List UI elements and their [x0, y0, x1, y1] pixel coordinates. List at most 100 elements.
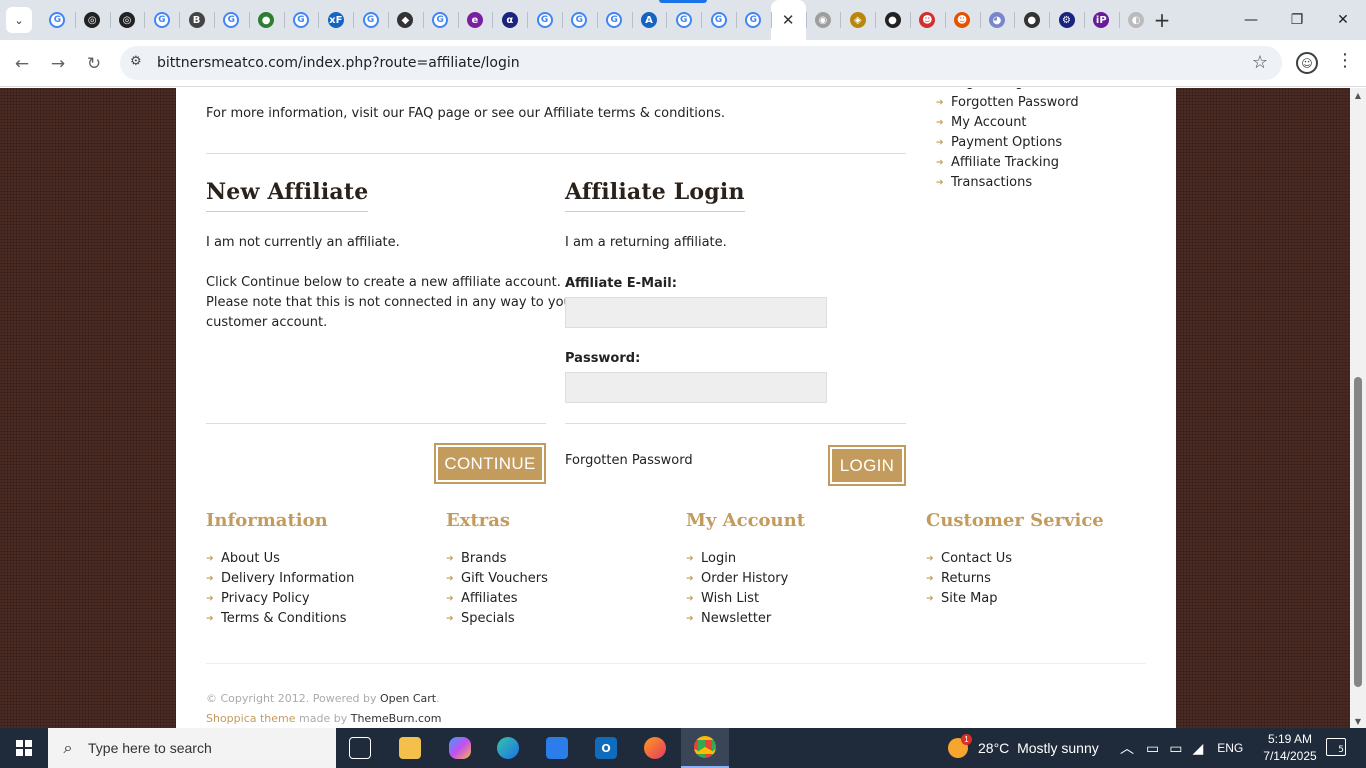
task-view-button[interactable]: [336, 728, 384, 768]
wifi-icon[interactable]: ◢: [1192, 740, 1203, 757]
login-button[interactable]: LOGIN: [828, 445, 906, 486]
side-menu-item[interactable]: ➔ Affiliate Tracking: [936, 153, 1079, 173]
tab[interactable]: ●: [248, 0, 284, 40]
new-tab-button[interactable]: +: [1150, 8, 1174, 32]
edge-button[interactable]: [484, 728, 532, 768]
tab[interactable]: e: [457, 0, 493, 40]
forgotten-password-link[interactable]: Forgotten Password: [565, 453, 693, 468]
tab[interactable]: G: [561, 0, 597, 40]
tab[interactable]: ◉: [805, 0, 841, 40]
footer-link[interactable]: ➔ About Us: [206, 549, 436, 569]
tab[interactable]: G: [666, 0, 701, 40]
chrome-button[interactable]: [681, 728, 729, 768]
tab[interactable]: ●: [1014, 0, 1049, 40]
affiliate-email-input[interactable]: [565, 297, 827, 328]
language-indicator[interactable]: ENG: [1217, 741, 1243, 755]
tab[interactable]: ☻: [909, 0, 945, 40]
tab[interactable]: α: [492, 0, 527, 40]
tab-search-button[interactable]: ⌄: [6, 7, 32, 33]
taskbar-search-box[interactable]: ⌕ Type here to search: [48, 728, 336, 768]
weather-widget[interactable]: 1 28°C Mostly sunny: [948, 728, 1099, 768]
tab[interactable]: ◎: [74, 0, 110, 40]
footer-link[interactable]: ➔ Order History: [686, 569, 916, 589]
footer-link[interactable]: ➔ Delivery Information: [206, 569, 436, 589]
minimize-button[interactable]: —: [1228, 0, 1274, 40]
windows-logo-icon: [16, 740, 32, 756]
tab[interactable]: G: [527, 0, 562, 40]
bookmark-star-icon[interactable]: ☆: [1252, 52, 1268, 73]
tab[interactable]: G: [144, 0, 179, 40]
tab[interactable]: G: [213, 0, 249, 40]
forward-button[interactable]: →: [44, 50, 72, 78]
profile-avatar-icon[interactable]: ☺: [1296, 52, 1318, 74]
footer-link[interactable]: ➔ Privacy Policy: [206, 589, 436, 609]
tab[interactable]: A: [631, 0, 667, 40]
chevron-up-icon[interactable]: ︿: [1120, 738, 1134, 758]
side-menu-item[interactable]: ➔ Transactions: [936, 173, 1079, 193]
tab[interactable]: G: [596, 0, 632, 40]
footer-link[interactable]: ➔ Brands: [446, 549, 676, 569]
footer-link[interactable]: ➔ Specials: [446, 609, 676, 629]
site-settings-icon[interactable]: ⚙: [130, 54, 142, 69]
meet-now-icon[interactable]: ▭: [1146, 740, 1159, 757]
start-button[interactable]: [0, 728, 48, 768]
notification-center-icon[interactable]: 5: [1326, 738, 1346, 756]
tab[interactable]: ◐: [1118, 0, 1154, 40]
firefox-icon: [644, 737, 666, 759]
side-menu-item[interactable]: ➔ My Account: [936, 113, 1079, 133]
tab[interactable]: G: [701, 0, 736, 40]
side-menu-item[interactable]: ➔ Forgotten Password: [936, 93, 1079, 113]
kebab-menu-icon[interactable]: ⋮: [1336, 50, 1354, 71]
footer-link[interactable]: ➔ Affiliates: [446, 589, 676, 609]
copilot-button[interactable]: [436, 728, 484, 768]
vertical-scrollbar[interactable]: ▲ ▼: [1350, 88, 1366, 728]
themeburn-link[interactable]: ThemeBurn.com: [351, 712, 442, 725]
footer-link[interactable]: ➔ Site Map: [926, 589, 1156, 609]
scroll-thumb[interactable]: [1354, 377, 1362, 687]
tab[interactable]: G: [353, 0, 388, 40]
tab[interactable]: ●: [875, 0, 910, 40]
scroll-up-arrow-icon[interactable]: ▲: [1350, 88, 1366, 102]
footer-link[interactable]: ➔ Wish List: [686, 589, 916, 609]
side-menu-item[interactable]: ➔ Payment Options: [936, 133, 1079, 153]
reload-button[interactable]: ↻: [80, 50, 108, 78]
tab[interactable]: B: [179, 0, 214, 40]
store-button[interactable]: [533, 728, 581, 768]
tab[interactable]: G: [735, 0, 771, 40]
tab[interactable]: G: [40, 0, 75, 40]
shoppica-theme-link[interactable]: Shoppica theme: [206, 712, 296, 725]
tab[interactable]: ◆: [387, 0, 423, 40]
password-input[interactable]: [565, 372, 827, 403]
tab[interactable]: G: [283, 0, 319, 40]
footer-link[interactable]: ➔ Newsletter: [686, 609, 916, 629]
address-bar[interactable]: ⚙ bittnersmeatco.com/index.php?route=aff…: [120, 46, 1282, 80]
footer-link[interactable]: ➔ Contact Us: [926, 549, 1156, 569]
tab[interactable]: xF: [318, 0, 353, 40]
url-text[interactable]: bittnersmeatco.com/index.php?route=affil…: [157, 55, 520, 71]
battery-icon[interactable]: ▭: [1169, 740, 1182, 757]
tab[interactable]: ◎: [109, 0, 145, 40]
continue-button[interactable]: CONTINUE: [434, 443, 546, 484]
tab-active[interactable]: ✕: [770, 0, 806, 40]
tab[interactable]: ☻: [944, 0, 980, 40]
footer-link[interactable]: ➔ Gift Vouchers: [446, 569, 676, 589]
close-window-button[interactable]: ✕: [1320, 0, 1366, 40]
tab[interactable]: iP: [1083, 0, 1119, 40]
outlook-button[interactable]: O: [582, 728, 630, 768]
active-tab-indicator: [659, 0, 707, 3]
footer-link[interactable]: ➔ Returns: [926, 569, 1156, 589]
opencart-link[interactable]: Open Cart: [380, 692, 436, 705]
tab[interactable]: ⚙: [1049, 0, 1084, 40]
store-icon: [546, 737, 568, 759]
scroll-down-arrow-icon[interactable]: ▼: [1350, 714, 1366, 728]
clock[interactable]: 5:19 AM 7/14/2025: [1258, 731, 1322, 765]
tab[interactable]: ◕: [979, 0, 1015, 40]
footer-link[interactable]: ➔ Login: [686, 549, 916, 569]
back-button[interactable]: ←: [8, 50, 36, 78]
tab[interactable]: G: [422, 0, 458, 40]
restore-button[interactable]: ❐: [1274, 0, 1320, 40]
file-explorer-button[interactable]: [386, 728, 434, 768]
footer-link[interactable]: ➔ Terms & Conditions: [206, 609, 436, 629]
tab[interactable]: ◈: [840, 0, 875, 40]
firefox-button[interactable]: [631, 728, 679, 768]
